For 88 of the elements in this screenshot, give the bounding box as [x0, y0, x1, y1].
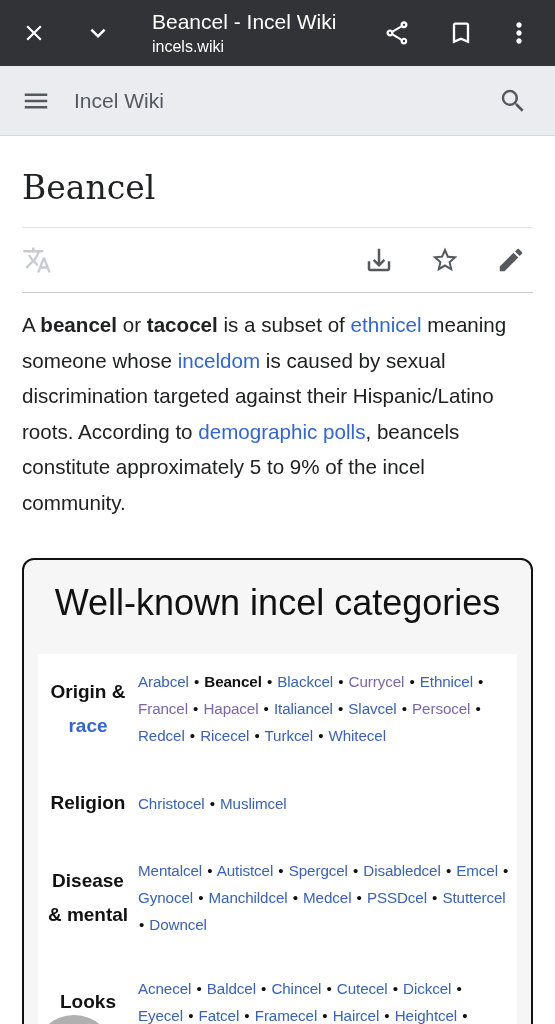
category-link[interactable]: Blackcel	[277, 673, 334, 690]
category-link[interactable]: Christocel	[138, 794, 205, 812]
category-link[interactable]: Eyecel	[138, 1007, 183, 1024]
separator-dot: •	[322, 1007, 328, 1024]
intro-paragraph: A beancel or tacocel is a subset of ethnicel meaning someone whose inceldom is caused by sexual discrimination targeted against their Hispanic/Latino roots. According to demographic polls, beancels constitute approximately 5 to 9% of the incel community.	[22, 312, 508, 516]
site-name: Incel Wiki	[74, 88, 165, 113]
category-link[interactable]: Baldcel	[206, 980, 256, 997]
separator-dot: •	[266, 673, 273, 690]
category-link[interactable]: Disabledcel	[363, 862, 441, 879]
category-link[interactable]: Persocel	[412, 700, 471, 717]
category-link[interactable]: Dickcel	[403, 980, 452, 997]
separator-dot: •	[462, 1007, 468, 1024]
category-link[interactable]: Italiancel	[273, 700, 333, 717]
separator-dot: •	[254, 727, 260, 744]
separator-dot: •	[445, 862, 452, 879]
category-link[interactable]: Cutecel	[336, 980, 388, 997]
separator-dot: •	[196, 980, 202, 997]
separator-dot: •	[193, 700, 199, 717]
category-link[interactable]: Hapacel	[203, 700, 259, 717]
page-title: Beancel - Incel Wiki	[152, 10, 338, 34]
separator-dot: •	[278, 862, 284, 879]
category-link[interactable]: Gynocel	[138, 889, 193, 906]
category-link[interactable]: Spergcel	[288, 862, 348, 879]
category-link[interactable]: Autistcel	[216, 862, 274, 879]
separator-dot: •	[409, 673, 415, 690]
category-link[interactable]: Fatcel	[198, 1007, 240, 1024]
category-link[interactable]: Heightcel	[394, 1007, 458, 1024]
separator-dot: •	[318, 727, 324, 744]
separator-dot: •	[188, 1007, 194, 1024]
category-link[interactable]: Manchildcel	[208, 889, 288, 906]
category-link[interactable]: Medcel	[303, 889, 352, 906]
separator-dot: •	[456, 980, 462, 997]
separator-dot: •	[384, 1007, 390, 1024]
category-link[interactable]: Francel	[138, 700, 188, 717]
separator-dot: •	[263, 700, 269, 717]
category-link[interactable]: Slavcel	[348, 700, 397, 717]
group-label: & mental	[47, 902, 129, 927]
category-link[interactable]: Haircel	[332, 1007, 380, 1024]
category-link[interactable]: Redcel	[138, 727, 185, 744]
group-link[interactable]: race	[68, 708, 108, 743]
separator-dot: •	[503, 862, 509, 879]
category-link[interactable]: Mentalcel	[138, 862, 203, 879]
separator-dot: •	[392, 980, 398, 997]
separator-dot: •	[209, 794, 215, 812]
separator-dot: •	[244, 1007, 250, 1024]
separator-dot: •	[475, 700, 481, 717]
category-link[interactable]: Ricecel	[200, 727, 250, 744]
separator-dot: •	[139, 916, 145, 933]
category-link[interactable]: Stuttercel	[442, 889, 506, 906]
category-link[interactable]: PSSDcel	[366, 889, 427, 906]
category-link[interactable]: Ethnicel	[419, 673, 473, 690]
category-link[interactable]: Currycel	[348, 673, 405, 690]
article-title: Beancel	[22, 168, 533, 228]
separator-dot: •	[432, 889, 438, 906]
translate-icon	[22, 245, 52, 275]
separator-dot: •	[326, 980, 332, 997]
separator-dot: •	[261, 980, 267, 997]
article-link[interactable]: inceldom	[177, 348, 261, 372]
separator-dot: •	[356, 889, 362, 906]
separator-dot: •	[338, 673, 344, 690]
url-text: incels.wiki	[152, 38, 225, 56]
separator-dot: •	[193, 673, 200, 690]
separator-dot: •	[401, 700, 407, 717]
article-link[interactable]: ethnicel	[350, 313, 422, 336]
separator-dot: •	[189, 727, 196, 744]
category-link[interactable]: Chincel	[271, 980, 322, 997]
article-link[interactable]: demographic polls	[198, 419, 366, 443]
group-label: Religion	[50, 791, 126, 815]
category-link[interactable]: Arabcel	[138, 673, 189, 690]
separator-dot: •	[207, 862, 213, 879]
category-link[interactable]: Framecel	[254, 1007, 318, 1024]
more-icon	[515, 21, 523, 45]
separator-dot: •	[198, 889, 204, 906]
current-page-label: Beancel	[204, 673, 262, 690]
navbox-title: Well-known incel categories	[53, 581, 502, 625]
separator-dot: •	[292, 889, 298, 906]
separator-dot: •	[353, 862, 359, 879]
category-link[interactable]: Emcel	[456, 862, 498, 879]
separator-dot: •	[478, 673, 484, 690]
separator-dot: •	[338, 700, 344, 717]
category-link[interactable]: Whitecel	[328, 727, 386, 744]
category-link[interactable]: Acnecel	[138, 980, 192, 997]
category-link[interactable]: Turkcel	[264, 727, 313, 744]
group-label: Origin &	[50, 679, 126, 704]
group-label: Disease	[52, 868, 124, 893]
group-label: Looks	[60, 990, 116, 1014]
category-link[interactable]: Downcel	[149, 916, 207, 933]
category-link[interactable]: Muslimcel	[220, 794, 287, 812]
